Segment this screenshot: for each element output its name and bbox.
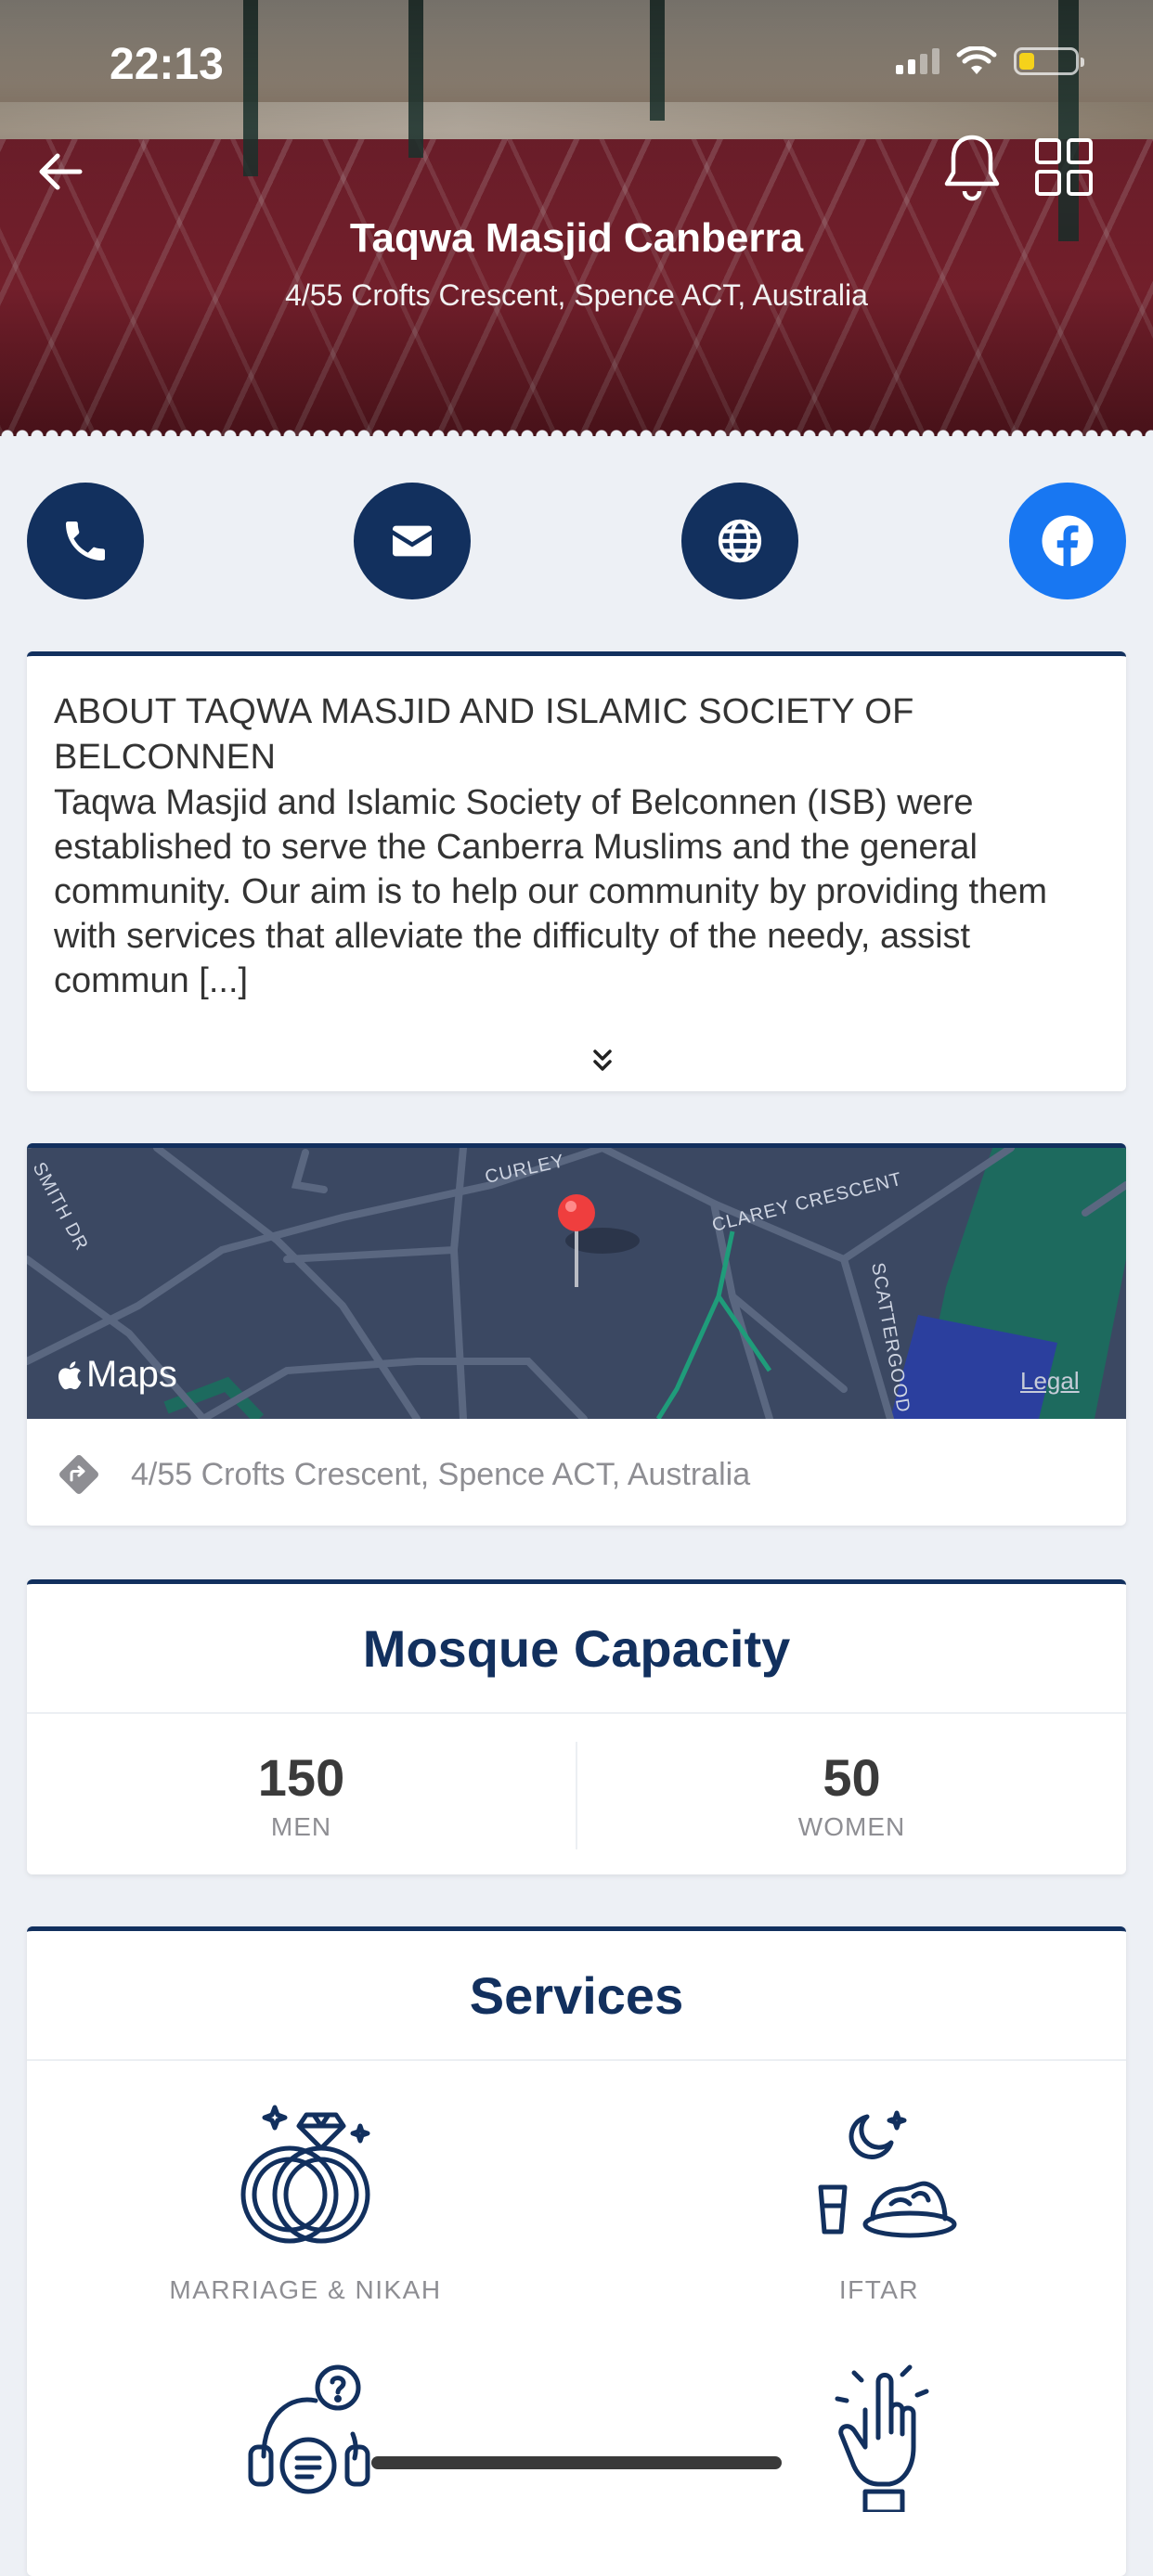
services-card: Services MARRIAGE & NIKAH IFTAR: [27, 1926, 1126, 2576]
about-heading: ABOUT TAQWA MASJID AND ISLAMIC SOCIETY O…: [54, 692, 914, 777]
map-card: CURLEY CLAREY CRESCENT SMITH DR SCATTERG…: [27, 1143, 1126, 1526]
map-address: 4/55 Crofts Crescent, Spence ACT, Austra…: [131, 1456, 751, 1492]
status-time: 22:13: [110, 40, 224, 89]
about-text: Taqwa Masjid and Islamic Society of Belc…: [54, 783, 1048, 1000]
service-raised-hand[interactable]: [684, 2354, 1074, 2517]
map-label-curley: CURLEY: [483, 1151, 566, 1188]
email-button[interactable]: [354, 483, 471, 599]
capacity-men: 150 MEN: [27, 1714, 576, 1877]
chevron-double-down-icon[interactable]: [586, 1044, 619, 1077]
globe-icon: [718, 519, 762, 563]
capacity-men-label: MEN: [270, 1812, 332, 1841]
apple-icon: [58, 1360, 82, 1389]
directions-icon: [59, 1455, 98, 1494]
service-iftar[interactable]: IFTAR: [684, 2098, 1074, 2305]
facebook-button[interactable]: [1009, 483, 1126, 599]
service-marriage-nikah[interactable]: MARRIAGE & NIKAH: [110, 2098, 500, 2305]
grid-menu-icon[interactable]: [1034, 137, 1094, 197]
map-label-smith-dr: SMITH DR: [29, 1159, 93, 1255]
about-card: ABOUT TAQWA MASJID AND ISLAMIC SOCIETY O…: [27, 651, 1126, 1091]
capacity-row: 150 MEN 50 WOMEN: [27, 1714, 1126, 1877]
counseling-icon: [248, 2364, 370, 2494]
rings-icon: [240, 2105, 370, 2244]
capacity-men-value: 150: [257, 1748, 345, 1807]
mail-icon: [393, 525, 432, 557]
mosque-address: 4/55 Crofts Crescent, Spence ACT, Austra…: [285, 278, 868, 312]
capacity-women-value: 50: [823, 1748, 881, 1807]
hero-scallop-edge: [0, 423, 1153, 436]
capacity-card: Mosque Capacity 150 MEN 50 WOMEN: [27, 1579, 1126, 1874]
wifi-icon: [956, 46, 997, 74]
service-label: MARRIAGE & NIKAH: [169, 2275, 442, 2304]
home-indicator[interactable]: [371, 2456, 782, 2469]
services-title: Services: [27, 1931, 1126, 2061]
service-label: IFTAR: [838, 2275, 920, 2304]
map-label-clarey-crescent: CLAREY CRESCENT: [710, 1169, 904, 1236]
apple-maps-logo: Maps: [55, 1354, 177, 1396]
bell-icon[interactable]: [939, 130, 1004, 204]
phone-icon: [66, 522, 105, 560]
iftar-icon: [818, 2110, 957, 2238]
map-directions-row[interactable]: 4/55 Crofts Crescent, Spence ACT, Austra…: [27, 1419, 1126, 1526]
maps-logo-text: Maps: [86, 1354, 177, 1395]
capacity-women-label: WOMEN: [797, 1812, 906, 1841]
map-view[interactable]: CURLEY CLAREY CRESCENT SMITH DR SCATTERG…: [27, 1148, 1126, 1419]
raised-hand-icon: [835, 2364, 929, 2515]
phone-button[interactable]: [27, 483, 144, 599]
battery-icon: [1014, 47, 1084, 75]
capacity-women: 50 WOMEN: [576, 1742, 1126, 1849]
facebook-icon: [1042, 515, 1094, 567]
service-counseling[interactable]: [110, 2354, 500, 2517]
website-button[interactable]: [681, 483, 798, 599]
back-arrow-icon[interactable]: [28, 139, 93, 204]
mosque-title: Taqwa Masjid Canberra: [349, 215, 804, 261]
cellular-signal-icon: [896, 48, 939, 74]
map-roads: CURLEY CLAREY CRESCENT SMITH DR SCATTERG…: [27, 1148, 1126, 1419]
map-legal-link[interactable]: Legal: [1020, 1367, 1080, 1396]
capacity-title: Mosque Capacity: [27, 1584, 1126, 1714]
status-icons: [896, 46, 1084, 76]
map-label-scattergood: SCATTERGOOD: [867, 1261, 913, 1414]
